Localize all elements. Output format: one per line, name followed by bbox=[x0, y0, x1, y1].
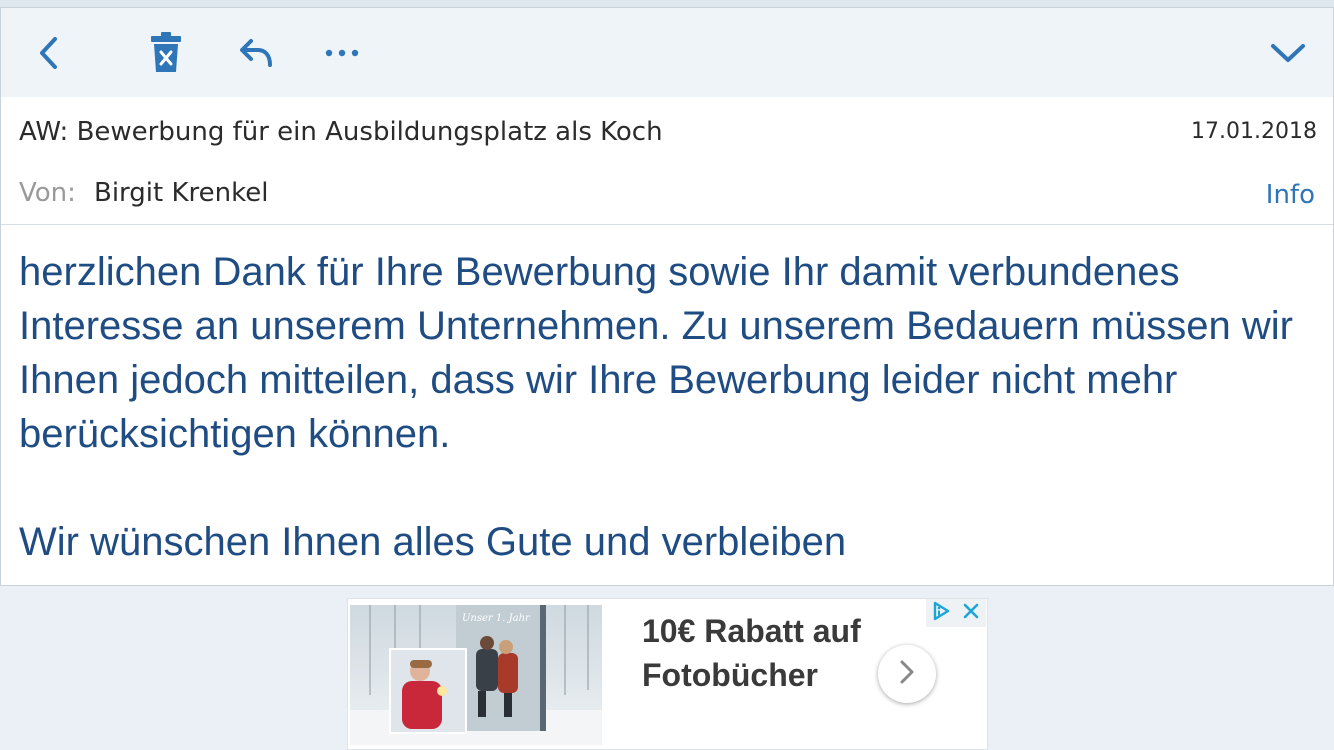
from-label: Von: bbox=[19, 178, 76, 208]
book-title: Unser 1. Jahr bbox=[462, 613, 531, 624]
trash-icon bbox=[149, 31, 183, 74]
info-link[interactable]: Info bbox=[1266, 180, 1315, 210]
email-body: herzlichen Dank für Ihre Bewerbung sowie… bbox=[19, 245, 1319, 569]
delete-button[interactable] bbox=[141, 8, 191, 97]
chevron-right-icon bbox=[899, 659, 915, 689]
email-subject: AW: Bewerbung für ein Ausbildungsplatz a… bbox=[19, 117, 663, 147]
advertisement-banner[interactable]: Unser 1. Jahr 10€ Rabatt auf Fotobücher bbox=[347, 598, 988, 750]
sender-name: Birgit Krenkel bbox=[94, 178, 269, 208]
reply-icon bbox=[238, 37, 274, 69]
collapse-chevron-icon bbox=[1270, 42, 1306, 64]
email-card: AW: Bewerbung für ein Ausbildungsplatz a… bbox=[0, 97, 1334, 586]
back-chevron-icon bbox=[37, 36, 59, 70]
more-button[interactable] bbox=[319, 8, 365, 97]
ad-next-button[interactable] bbox=[878, 645, 936, 703]
email-date: 17.01.2018 bbox=[1191, 119, 1317, 144]
collapse-button[interactable] bbox=[1263, 8, 1313, 97]
body-paragraph: herzlichen Dank für Ihre Bewerbung sowie… bbox=[19, 250, 1293, 456]
body-paragraph: Wir wünschen Ihnen alles Gute und verble… bbox=[19, 520, 847, 564]
ad-photo-image: Unser 1. Jahr bbox=[350, 605, 602, 745]
ad-close-button[interactable] bbox=[956, 599, 986, 627]
back-button[interactable] bbox=[23, 8, 73, 97]
adchoices-icon bbox=[931, 601, 951, 625]
header-divider bbox=[1, 224, 1333, 225]
top-strip bbox=[0, 0, 1334, 7]
close-icon bbox=[962, 602, 980, 624]
toolbar bbox=[0, 7, 1334, 98]
reply-button[interactable] bbox=[229, 8, 283, 97]
more-icon bbox=[325, 49, 359, 57]
adchoices-button[interactable] bbox=[926, 599, 956, 627]
ad-text[interactable]: 10€ Rabatt auf Fotobücher bbox=[642, 609, 862, 697]
